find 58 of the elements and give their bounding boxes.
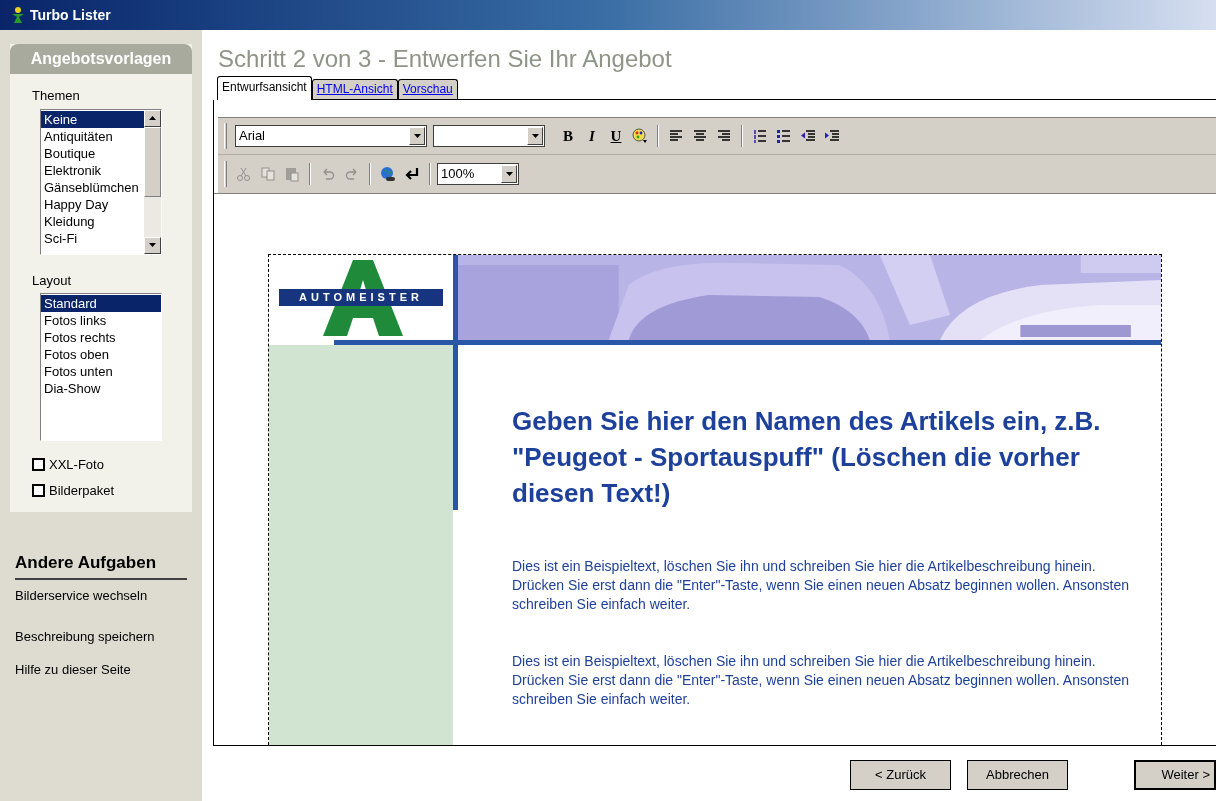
dropdown-button[interactable] [527, 127, 543, 145]
list-item[interactable]: Elektronik [41, 161, 144, 179]
checkbox-label: Bilderpaket [49, 481, 115, 500]
task-link[interactable]: Beschreibung speichern [15, 627, 187, 647]
caret-icon [413, 134, 421, 138]
tab[interactable]: Vorschau [397, 79, 458, 99]
up-arrow-icon [149, 116, 156, 120]
list-item[interactable]: Standard [41, 295, 161, 312]
wizard-button[interactable]: Abbrechen [967, 760, 1068, 790]
format-button[interactable]: I [581, 125, 603, 147]
size-select[interactable] [433, 125, 545, 147]
scroll-up-button[interactable] [144, 109, 161, 127]
list-item[interactable]: Fotos oben [41, 346, 161, 363]
task-link[interactable]: Bilderservice wechseln [15, 585, 187, 605]
list-item[interactable]: Fotos links [41, 312, 161, 329]
field-label: Themen [31, 87, 81, 105]
checkbox[interactable] [32, 458, 45, 472]
tab[interactable]: HTML-Ansicht [311, 79, 398, 99]
list-item[interactable]: Fotos unten [41, 363, 161, 380]
checkbox-label: XXL-Foto [49, 456, 104, 474]
section-heading: Andere Aufgaben [15, 550, 187, 580]
logo-text: AUTOMEISTER [279, 289, 443, 306]
list-item[interactable]: Antiquitäten [41, 127, 144, 145]
list-box[interactable]: Keine Antiquitäten Boutique Elektronik Gänseblümchen Happy Day Kleidung Sci-Fi [40, 108, 162, 255]
item-heading: Geben Sie hier den Namen des Artikels ein, z.B. "Peugeot - Sportauspuff" (Löschen die vorher diesen Text!) [512, 405, 1102, 510]
down-arrow-icon [149, 243, 156, 247]
panel-heading: Angebotsvorlagen [10, 44, 192, 74]
dropdown-button[interactable] [501, 165, 517, 183]
list-item[interactable]: Boutique [41, 144, 144, 162]
wizard-button[interactable]: Weiter > [1134, 760, 1216, 790]
checkbox[interactable] [32, 483, 45, 497]
tab[interactable]: Entwurfsansicht [217, 76, 312, 100]
list-box[interactable]: Standard Fotos links Fotos rechts Fotos oben Fotos unten Dia-Show [40, 293, 162, 441]
scroll-thumb[interactable] [144, 126, 161, 197]
list-item[interactable]: Kleidung [41, 212, 144, 230]
list-item[interactable]: Gänseblümchen [41, 178, 144, 196]
format-button[interactable]: B [557, 125, 579, 147]
wizard-button[interactable]: < Zurück [850, 760, 951, 790]
caret-icon [531, 134, 539, 138]
list-item[interactable]: Happy Day [41, 195, 144, 213]
dropdown-button[interactable] [409, 127, 425, 145]
scroll-down-button[interactable] [144, 236, 161, 254]
description-paragraph: Dies ist ein Beispieltext, löschen Sie ihn und schreiben Sie hier die Artikelbeschreibung hinein. Drücken Sie erst dann die "Enter"-Taste, wenn Sie einen neuen Absatz beginnen wollen. Ansonsten schreiben Sie einfach weiter. [512, 557, 1130, 614]
task-link[interactable]: Hilfe zu dieser Seite [15, 659, 187, 679]
list-item[interactable]: Sci-Fi [41, 229, 144, 247]
caret-icon [505, 172, 513, 176]
app-icon [10, 6, 26, 24]
list-item[interactable]: Fotos rechts [41, 329, 161, 346]
window-title: Turbo Lister [30, 5, 111, 25]
list-item[interactable]: Dia-Show [41, 380, 161, 397]
page-title: Schritt 2 von 3 - Entwerfen Sie Ihr Angebot [218, 44, 673, 74]
scrollbar[interactable] [144, 109, 161, 254]
zoom-select[interactable]: 100% [437, 163, 519, 185]
description-paragraph: Dies ist ein Beispieltext, löschen Sie ihn und schreiben Sie hier die Artikelbeschreibung hinein. Drücken Sie erst dann die "Enter"-Taste, wenn Sie einen neuen Absatz beginnen wollen. Ansonsten schreiben Sie einfach weiter. [512, 652, 1130, 709]
font-select[interactable]: Arial [235, 125, 427, 147]
format-button[interactable]: U [605, 125, 627, 147]
field-label: Layout [31, 271, 73, 290]
list-item[interactable]: Keine [41, 110, 144, 128]
